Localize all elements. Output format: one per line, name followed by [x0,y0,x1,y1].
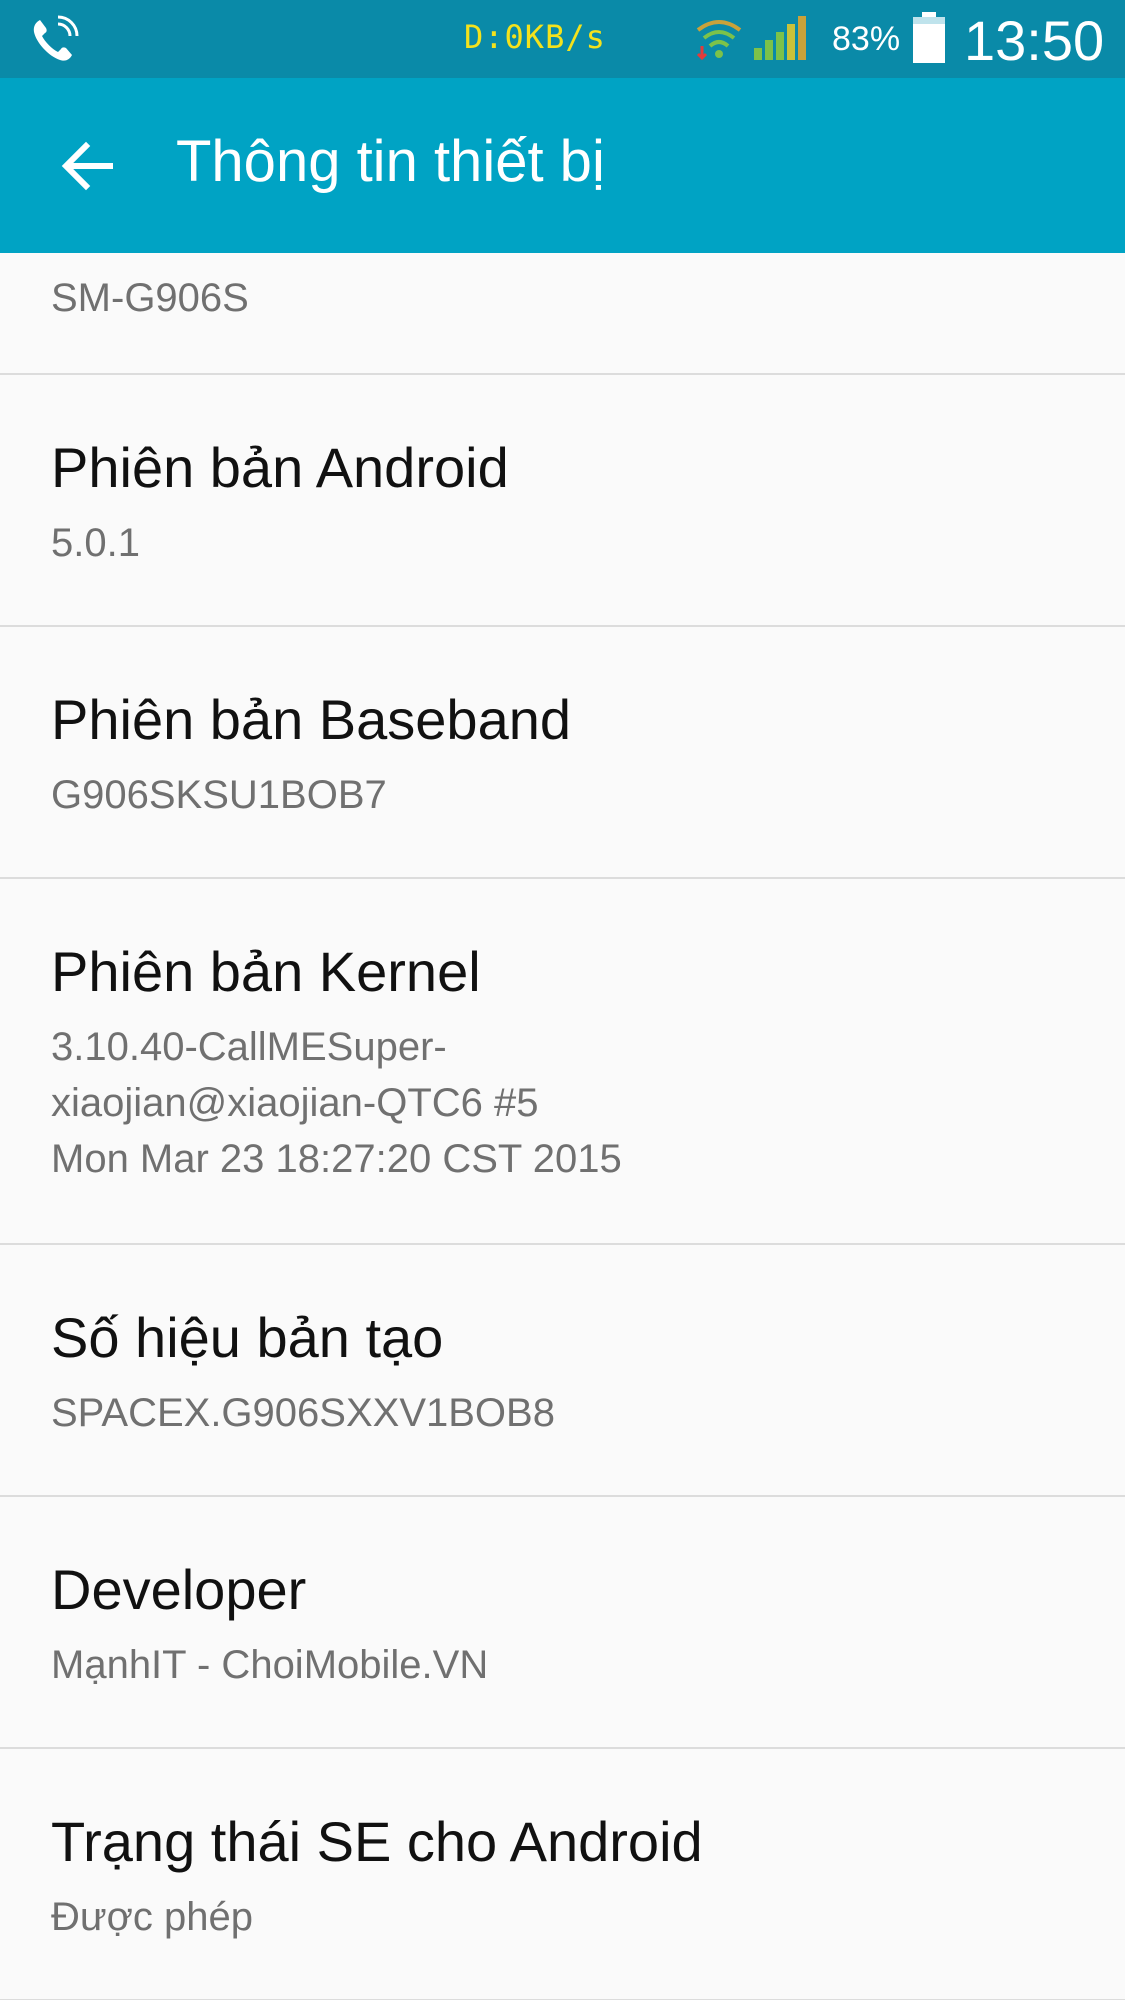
item-label: Phiên bản Kernel [51,940,481,1003]
call-icon [33,15,79,61]
network-speed: D:0KB/s [464,18,606,56]
clock: 13:50 [964,9,1105,72]
item-value: Được phép [51,1895,253,1939]
model-value: SM-G906S [51,276,249,320]
item-label: Trạng thái SE cho Android [51,1810,703,1873]
signal-icon [754,16,806,60]
battery-percent: 83% [832,20,901,58]
device-info-list: SM-G906S Phiên bản Android 5.0.1 Phiên b… [0,253,1125,2000]
status-bar: D:0KB/s 83% 13:50 [0,0,1125,78]
device-info-screen: D:0KB/s 83% 13:50 Thông tin thiết bị SM-… [0,0,1125,2000]
battery-icon [913,12,945,63]
item-value: 3.10.40-CallMESuper- xiaojian@xiaojian-Q… [51,1025,622,1181]
page-title: Thông tin thiết bị [176,129,605,194]
item-value: G906SKSU1BOB7 [51,773,387,817]
item-value: 5.0.1 [51,521,140,565]
list-item-developer[interactable]: Developer MạnhIT - ChoiMobile.VN [0,1497,1125,1749]
list-item-kernel-version[interactable]: Phiên bản Kernel 3.10.40-CallMESuper- xi… [0,879,1125,1245]
back-button[interactable] [40,126,136,206]
app-bar: Thông tin thiết bị [0,78,1125,253]
item-label: Phiên bản Baseband [51,688,571,751]
list-item-model[interactable]: SM-G906S [0,253,1125,375]
item-label: Phiên bản Android [51,436,509,499]
arrow-left-icon [61,141,113,191]
list-item-baseband-version[interactable]: Phiên bản Baseband G906SKSU1BOB7 [0,627,1125,879]
wifi-icon [696,20,742,61]
list-item-se-android-status[interactable]: Trạng thái SE cho Android Được phép [0,1749,1125,2000]
list-item-android-version[interactable]: Phiên bản Android 5.0.1 [0,375,1125,627]
list-item-build-number[interactable]: Số hiệu bản tạo SPACEX.G906SXXV1BOB8 [0,1245,1125,1497]
item-label: Developer [51,1558,307,1621]
item-value: SPACEX.G906SXXV1BOB8 [51,1391,555,1435]
item-value: MạnhIT - ChoiMobile.VN [51,1643,489,1687]
item-label: Số hiệu bản tạo [51,1306,444,1369]
